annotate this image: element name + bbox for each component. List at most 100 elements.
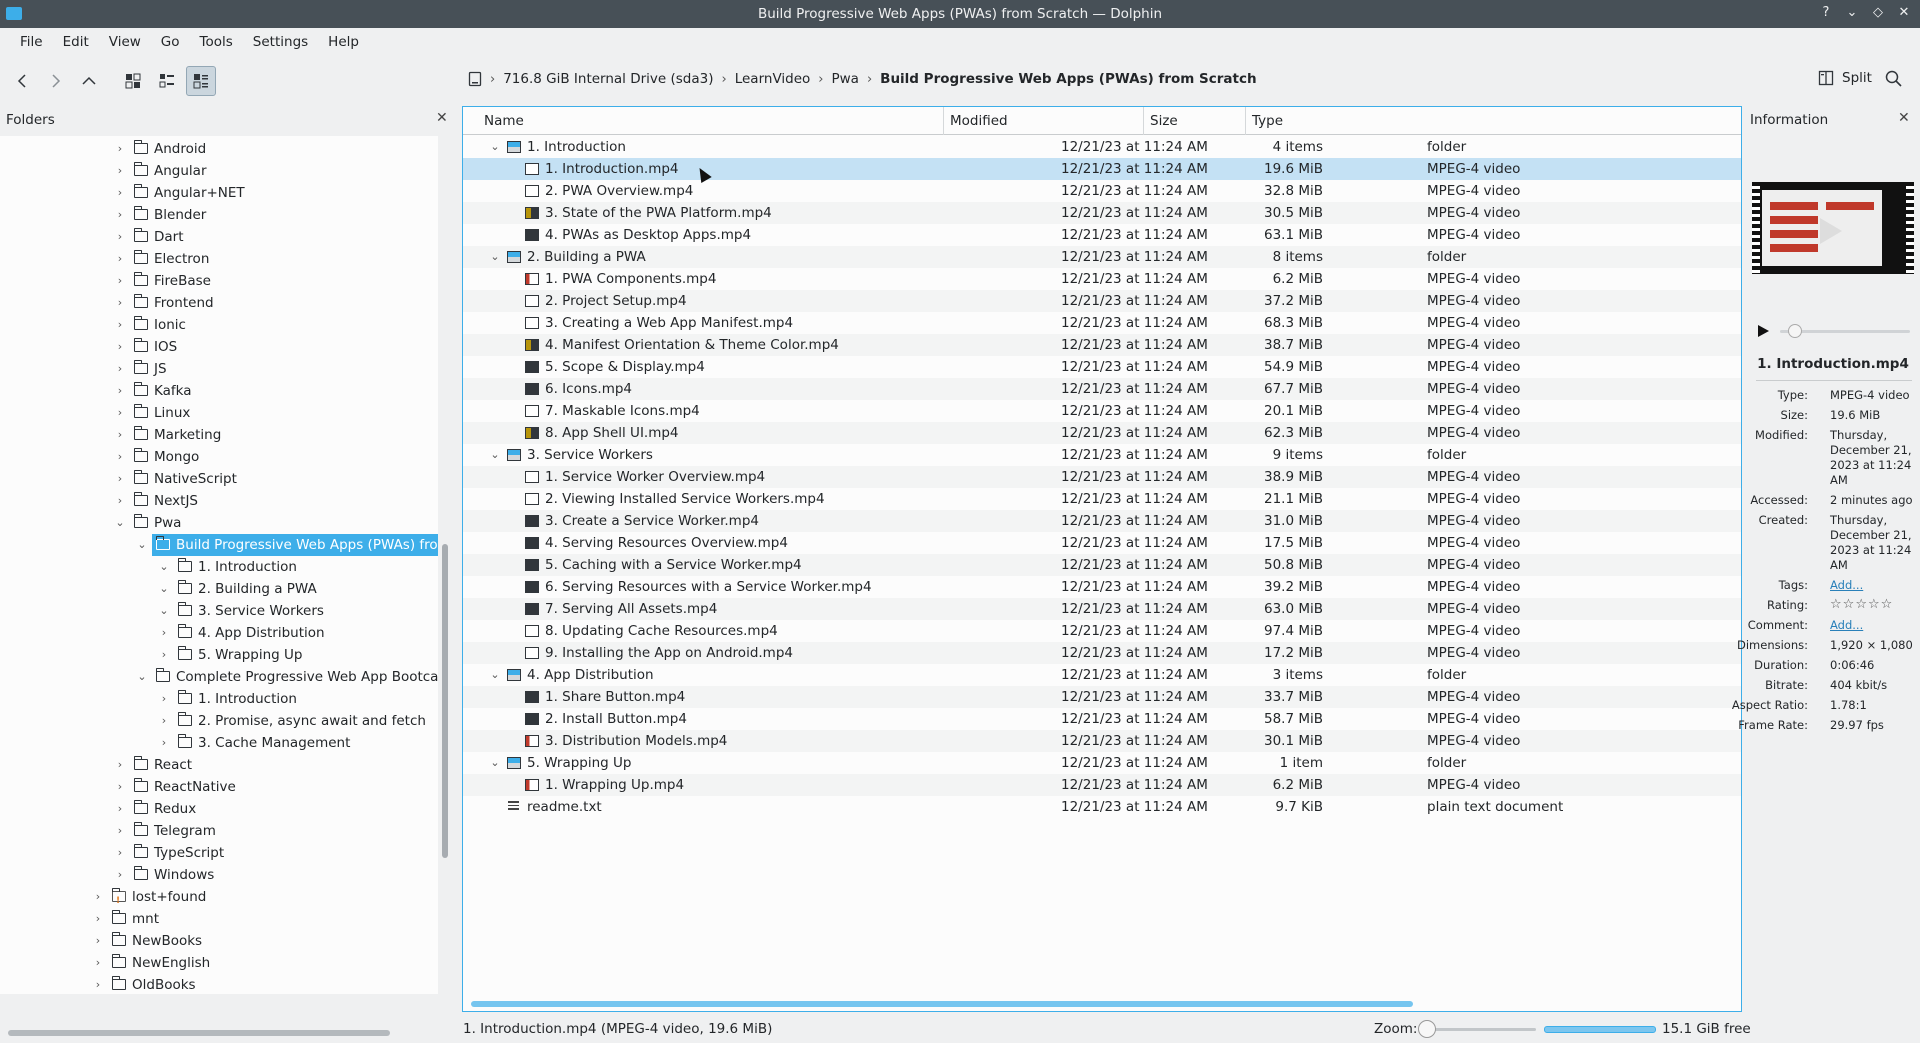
search-icon[interactable] <box>1884 69 1908 93</box>
folder-tree-item[interactable]: › Marketing <box>0 424 438 446</box>
expand-arrow-icon[interactable]: › <box>114 160 126 182</box>
folder-tree-item[interactable]: › TypeScript <box>0 842 438 864</box>
folder-tree-item[interactable]: › React <box>0 754 438 776</box>
info-add-link[interactable]: Add... <box>1830 578 1916 593</box>
close-icon[interactable]: ✕ <box>1896 5 1912 21</box>
breadcrumb-current[interactable]: Build Progressive Web Apps (PWAs) from S… <box>880 71 1256 87</box>
folder-tree-item[interactable]: ⌄ 3. Service Workers <box>0 600 438 622</box>
icons-view-icon[interactable] <box>118 66 148 96</box>
expand-arrow-icon[interactable]: › <box>92 952 104 974</box>
file-row[interactable]: 2. Viewing Installed Service Workers.mp4… <box>463 488 1741 510</box>
file-row[interactable]: 3. State of the PWA Platform.mp4 12/21/23… <box>463 202 1741 224</box>
compact-view-icon[interactable] <box>152 66 182 96</box>
expand-arrow-icon[interactable]: › <box>114 798 126 820</box>
breadcrumb-drive[interactable]: 716.8 GiB Internal Drive (sda3) <box>503 71 713 87</box>
collapse-arrow-icon[interactable]: ⌄ <box>489 136 501 158</box>
file-row[interactable]: readme.txt 12/21/23 at 11:24 AM 9.7 KiB pla… <box>463 796 1741 818</box>
folder-tree-item[interactable]: › 2. Promise, async await and fetch <box>0 710 438 732</box>
folder-row[interactable]: ⌄ 5. Wrapping Up 12/21/23 at 11:24 AM 1 ite… <box>463 752 1741 775</box>
folder-row[interactable]: ⌄ 2. Building a PWA 12/21/23 at 11:24 AM 8 … <box>463 246 1741 268</box>
folder-row[interactable]: ⌄ 3. Service Workers 12/21/23 at 11:24 AM 9… <box>463 444 1741 466</box>
folder-tree-item[interactable]: › FireBase <box>0 270 438 292</box>
folder-tree-scrollbar[interactable] <box>442 544 448 858</box>
breadcrumb-pwa[interactable]: Pwa <box>831 71 858 87</box>
zoom-slider[interactable] <box>1420 1028 1536 1031</box>
folder-tree-item[interactable]: › ReactNative <box>0 776 438 798</box>
folder-tree-item[interactable]: ⌄ Build Progressive Web Apps (PWAs) from … <box>0 534 438 556</box>
expand-arrow-icon[interactable]: › <box>114 204 126 226</box>
maximize-icon[interactable]: ◇ <box>1870 5 1886 21</box>
expand-arrow-icon[interactable]: › <box>114 270 126 292</box>
folder-tree-item[interactable]: › Android <box>0 138 438 160</box>
menu-tools[interactable]: Tools <box>190 28 243 56</box>
file-row[interactable]: 7. Serving All Assets.mp4 12/21/23 at 11:… <box>463 598 1741 620</box>
folder-tree-item[interactable]: › 4. App Distribution <box>0 622 438 644</box>
expand-arrow-icon[interactable]: › <box>114 314 126 336</box>
collapse-arrow-icon[interactable]: ⌄ <box>158 556 170 578</box>
back-icon[interactable] <box>8 66 38 96</box>
file-row[interactable]: 5. Caching with a Service Worker.mp4 12/2… <box>463 554 1741 576</box>
up-icon[interactable] <box>74 66 104 96</box>
column-header-type[interactable]: Type <box>1246 107 1740 135</box>
expand-arrow-icon[interactable]: › <box>114 336 126 358</box>
menu-settings[interactable]: Settings <box>243 28 318 56</box>
star-icon[interactable]: ☆ <box>1868 598 1880 612</box>
folder-tree-item[interactable]: ⌄ 2. Building a PWA <box>0 578 438 600</box>
forward-icon[interactable] <box>40 66 70 96</box>
expand-arrow-icon[interactable]: › <box>114 226 126 248</box>
expand-arrow-icon[interactable]: › <box>158 688 170 710</box>
column-header-modified[interactable]: Modified <box>944 107 1144 135</box>
expand-arrow-icon[interactable]: › <box>158 622 170 644</box>
star-icon[interactable]: ☆ <box>1830 598 1842 612</box>
star-icon[interactable]: ☆ <box>1855 598 1867 612</box>
file-row[interactable]: 2. PWA Overview.mp4 12/21/23 at 11:24 AM 3… <box>463 180 1741 202</box>
expand-arrow-icon[interactable]: › <box>114 842 126 864</box>
folder-tree-item[interactable]: ⌄ Pwa <box>0 512 438 534</box>
expand-arrow-icon[interactable]: › <box>114 754 126 776</box>
video-preview-thumbnail[interactable] <box>1752 182 1914 274</box>
menu-file[interactable]: File <box>10 28 53 56</box>
close-folders-panel-icon[interactable]: ✕ <box>436 110 448 126</box>
expand-arrow-icon[interactable]: › <box>114 820 126 842</box>
file-list-horizontal-scrollbar[interactable] <box>471 1001 1413 1007</box>
folder-tree-item[interactable]: › Angular+NET <box>0 182 438 204</box>
collapse-arrow-icon[interactable]: ⌄ <box>114 512 126 534</box>
details-view-icon[interactable] <box>186 66 216 96</box>
folder-tree-item[interactable]: › IOS <box>0 336 438 358</box>
folder-tree-item[interactable]: › JS <box>0 358 438 380</box>
folder-tree-item[interactable]: › Mongo <box>0 446 438 468</box>
info-add-link[interactable]: Add... <box>1830 618 1916 633</box>
folder-tree-item[interactable]: › Blender <box>0 204 438 226</box>
file-row[interactable]: 8. Updating Cache Resources.mp4 12/21/23 … <box>463 620 1741 642</box>
folder-tree-item[interactable]: › OldBooks <box>0 974 438 994</box>
file-row[interactable]: 1. Share Button.mp4 12/21/23 at 11:24 AM 3… <box>463 686 1741 708</box>
drive-icon[interactable] <box>468 71 482 87</box>
expand-arrow-icon[interactable]: › <box>114 248 126 270</box>
column-header-name[interactable]: Name <box>478 107 944 135</box>
folder-tree-item[interactable]: › Ionic <box>0 314 438 336</box>
expand-arrow-icon[interactable]: › <box>114 182 126 204</box>
file-row[interactable]: 1. Introduction.mp4 12/21/23 at 11:24 AM 1… <box>463 158 1741 180</box>
file-row[interactable]: 1. Wrapping Up.mp4 12/21/23 at 11:24 AM 6.… <box>463 774 1741 796</box>
menu-edit[interactable]: Edit <box>53 28 99 56</box>
collapse-arrow-icon[interactable]: ⌄ <box>489 664 501 686</box>
file-row[interactable]: 5. Scope & Display.mp4 12/21/23 at 11:24 … <box>463 356 1741 378</box>
expand-arrow-icon[interactable]: › <box>92 886 104 908</box>
column-header-size[interactable]: Size <box>1144 107 1246 135</box>
file-row[interactable]: 2. Project Setup.mp4 12/21/23 at 11:24 AM… <box>463 290 1741 312</box>
file-row[interactable]: 4. PWAs as Desktop Apps.mp4 12/21/23 at 1… <box>463 224 1741 246</box>
expand-arrow-icon[interactable]: › <box>158 644 170 666</box>
folder-tree-item[interactable]: › Dart <box>0 226 438 248</box>
expand-arrow-icon[interactable]: › <box>114 776 126 798</box>
expand-arrow-icon[interactable]: › <box>158 710 170 732</box>
minimize-icon[interactable]: ⌄ <box>1844 5 1860 21</box>
collapse-arrow-icon[interactable]: ⌄ <box>489 752 501 774</box>
file-row[interactable]: 1. PWA Components.mp4 12/21/23 at 11:24 A… <box>463 268 1741 290</box>
collapse-arrow-icon[interactable]: ⌄ <box>489 444 501 466</box>
file-row[interactable]: 3. Distribution Models.mp4 12/21/23 at 11… <box>463 730 1741 752</box>
folder-row[interactable]: ⌄ 4. App Distribution 12/21/23 at 11:24 AM… <box>463 664 1741 686</box>
split-button[interactable]: Split <box>1818 70 1872 86</box>
collapse-arrow-icon[interactable]: ⌄ <box>158 578 170 600</box>
expand-arrow-icon[interactable]: › <box>114 380 126 402</box>
menu-view[interactable]: View <box>99 28 151 56</box>
